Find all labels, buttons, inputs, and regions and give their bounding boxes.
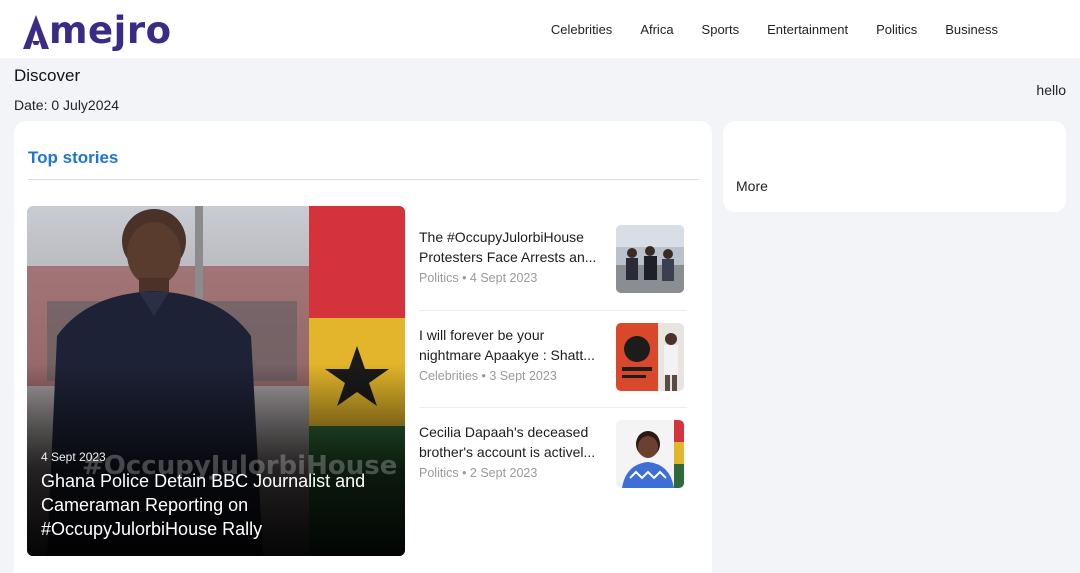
celebrity-photo-image <box>616 323 684 391</box>
featured-story-title[interactable]: Ghana Police Detain BBC Journalist and C… <box>41 469 391 541</box>
main-nav: Celebrities Africa Sports Entertainment … <box>551 0 998 58</box>
story-meta: Politics • 2 Sept 2023 <box>419 466 538 480</box>
story-title[interactable]: Cecilia Dapaah's deceased brother's acco… <box>419 422 609 462</box>
page-title: Discover <box>14 66 81 85</box>
story-meta: Celebrities • 3 Sept 2023 <box>419 369 557 383</box>
portrait-photo-image <box>616 420 684 488</box>
nav-link-entertainment[interactable]: Entertainment <box>767 22 848 37</box>
story-thumbnail[interactable] <box>616 225 684 293</box>
section-divider <box>28 179 699 180</box>
story-thumbnail[interactable] <box>616 323 684 391</box>
featured-story-date: 4 Sept 2023 <box>41 450 106 464</box>
nav-link-politics[interactable]: Politics <box>876 22 917 37</box>
nav-link-sports[interactable]: Sports <box>702 22 740 37</box>
featured-story[interactable]: #OccupyJulorbiHouse 4 Sept 2023 Ghana Po… <box>27 206 405 556</box>
logo-text: mejro <box>49 9 172 52</box>
story-title[interactable]: The #OccupyJulorbiHouse Protesters Face … <box>419 227 609 267</box>
nav-link-africa[interactable]: Africa <box>640 22 673 37</box>
story-list-item[interactable]: The #OccupyJulorbiHouse Protesters Face … <box>419 213 687 310</box>
greeting-text: hello <box>1036 82 1066 98</box>
sidebar-card: More <box>723 121 1066 212</box>
site-logo[interactable]: mejro <box>22 10 172 50</box>
story-title[interactable]: I will forever be your nightmare Apaakye… <box>419 325 609 365</box>
site-header: mejro Celebrities Africa Sports Entertai… <box>0 0 1080 58</box>
top-stories-card: Top stories #OccupyJulorbiHouse 4 Sept 2… <box>14 121 712 573</box>
nav-link-celebrities[interactable]: Celebrities <box>551 22 612 37</box>
nav-link-business[interactable]: Business <box>945 22 998 37</box>
story-thumbnail[interactable] <box>616 420 684 488</box>
protest-photo-image <box>616 225 684 293</box>
story-list-item[interactable]: Cecilia Dapaah's deceased brother's acco… <box>419 407 687 504</box>
top-stories-heading: Top stories <box>28 148 119 167</box>
story-list-item[interactable]: I will forever be your nightmare Apaakye… <box>419 310 687 407</box>
more-link[interactable]: More <box>736 178 768 194</box>
story-meta: Politics • 4 Sept 2023 <box>419 271 538 285</box>
logo-a-mark-icon <box>23 15 49 49</box>
page-date: Date: 0 July2024 <box>14 97 120 113</box>
